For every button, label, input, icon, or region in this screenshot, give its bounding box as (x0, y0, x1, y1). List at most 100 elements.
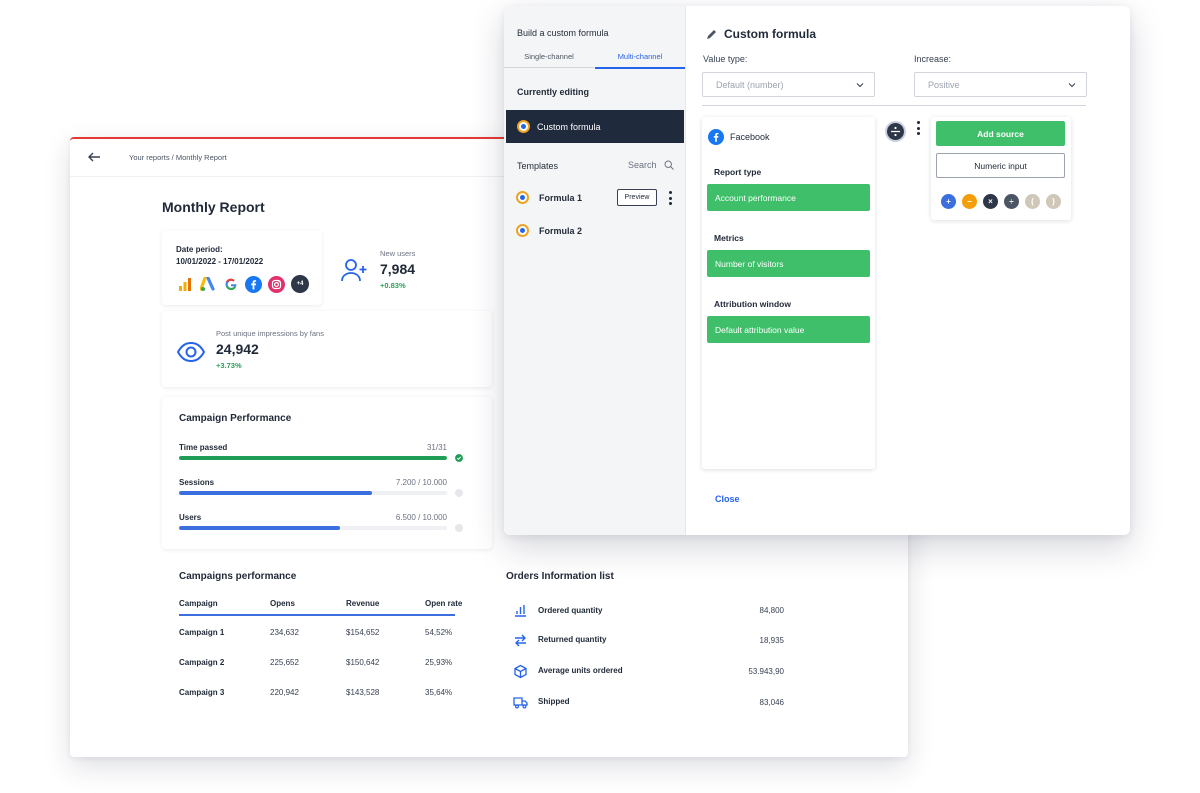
breadcrumb[interactable]: Your reports / Monthly Report (129, 153, 227, 162)
add-source-button[interactable]: Add source (936, 121, 1065, 146)
progress-track-users (179, 526, 447, 530)
radio-icon[interactable] (516, 191, 529, 204)
divide-operator[interactable]: ÷ (1004, 194, 1019, 209)
template-search[interactable]: Search (628, 160, 657, 170)
table-cell: 225,652 (270, 658, 299, 667)
radio-icon (517, 120, 530, 133)
divide-operator-icon[interactable] (885, 121, 906, 142)
editing-item-label: Custom formula (537, 122, 601, 132)
divider (702, 105, 1086, 106)
table-cell: $150,642 (346, 658, 380, 667)
more-options-icon[interactable] (916, 121, 920, 135)
more-options-icon[interactable] (668, 191, 672, 205)
sidebar-title: Build a custom formula (517, 28, 609, 38)
data-source-icons: +4 (176, 275, 309, 293)
bar-chart-icon (515, 605, 526, 617)
template-item-formula-2[interactable]: Formula 2 (539, 226, 582, 236)
order-value-returned-quantity: 18,935 (759, 636, 784, 645)
new-users-label: New users (380, 249, 416, 258)
close-paren-operator[interactable]: ) (1046, 194, 1061, 209)
preview-button[interactable]: Preview (617, 189, 657, 206)
order-label-ordered-quantity: Ordered quantity (538, 606, 603, 615)
minus-operator[interactable]: − (962, 194, 977, 209)
progress-fill-time-passed (179, 456, 447, 460)
new-users-value: 7,984 (380, 261, 416, 277)
report-type-label: Report type (714, 167, 762, 177)
close-button[interactable]: Close (715, 494, 740, 504)
impressions-label: Post unique impressions by fans (216, 329, 324, 338)
attribution-window-selector[interactable]: Default attribution value (707, 316, 870, 343)
multiply-operator[interactable]: × (983, 194, 998, 209)
template-item-formula-1[interactable]: Formula 1 (539, 193, 582, 203)
currently-editing-heading: Currently editing (517, 87, 590, 97)
order-label-shipped: Shipped (538, 697, 570, 706)
add-element-column: Add source Numeric input + − × ÷ ( ) (931, 117, 1071, 220)
bar-label-users: Users (179, 513, 202, 522)
table-cell: 35,64% (425, 688, 453, 697)
formula-sidebar: Build a custom formula Single-channel Mu… (504, 6, 686, 535)
order-value-shipped: 83,046 (759, 698, 784, 707)
back-arrow-icon[interactable] (84, 147, 104, 167)
add-user-icon (341, 259, 367, 282)
report-type-selector[interactable]: Account performance (707, 184, 870, 211)
table-cell: Campaign 1 (179, 628, 225, 637)
pencil-icon (707, 30, 716, 39)
pending-dot-icon (455, 489, 463, 497)
bar-value-users: 6.500 / 10.000 (395, 513, 447, 522)
column-header-open-rate[interactable]: Open rate (425, 599, 462, 608)
table-cell: 54,52% (425, 628, 453, 637)
increase-select[interactable]: Positive (914, 72, 1087, 97)
plus-operator[interactable]: + (941, 194, 956, 209)
date-period-value: 10/01/2022 - 17/01/2022 (176, 257, 264, 266)
chevron-down-icon (856, 83, 864, 88)
check-icon (455, 454, 463, 462)
metrics-selector[interactable]: Number of visitors (707, 250, 870, 277)
campaigns-table-title: Campaigns performance (179, 571, 297, 582)
increase-label: Increase: (914, 54, 952, 64)
tab-multi-channel[interactable]: Multi-channel (595, 52, 685, 69)
table-cell: 234,632 (270, 628, 299, 637)
google-analytics-icon[interactable] (176, 276, 193, 293)
table-header-underline (179, 614, 455, 616)
table-cell: Campaign 3 (179, 688, 225, 697)
column-header-campaign[interactable]: Campaign (179, 599, 218, 608)
operator-palette: + − × ÷ ( ) (941, 194, 1061, 209)
more-sources-badge[interactable]: +4 (291, 275, 309, 293)
progress-fill-sessions (179, 491, 372, 495)
google-ads-icon[interactable] (199, 276, 216, 293)
progress-track-time-passed (179, 456, 447, 460)
new-users-delta: +0.83% (380, 281, 406, 290)
table-cell: $143,528 (346, 688, 380, 697)
column-header-revenue[interactable]: Revenue (346, 599, 379, 608)
tab-single-channel[interactable]: Single-channel (504, 52, 594, 68)
box-icon (514, 664, 527, 679)
column-header-opens[interactable]: Opens (270, 599, 295, 608)
facebook-icon[interactable] (245, 275, 262, 293)
impressions-card: Post unique impressions by fans 24,942 +… (162, 311, 492, 387)
bar-value-time-passed: 31/31 (426, 443, 447, 452)
search-icon[interactable] (664, 160, 674, 170)
progress-track-sessions (179, 491, 447, 495)
order-value-ordered-quantity: 84,800 (759, 606, 784, 615)
swap-arrows-icon (515, 634, 526, 647)
google-icon[interactable] (222, 276, 239, 293)
campaign-performance-title: Campaign Performance (179, 413, 292, 424)
open-paren-operator[interactable]: ( (1025, 194, 1040, 209)
bar-value-sessions: 7.200 / 10.000 (395, 478, 447, 487)
custom-formula-modal: Build a custom formula Single-channel Mu… (504, 6, 1130, 535)
new-users-card: New users 7,984 +0.83% (324, 231, 492, 305)
order-label-average-units: Average units ordered (538, 666, 623, 675)
campaign-performance-card: Campaign Performance Time passed 31/31 S… (162, 397, 492, 549)
eye-icon (176, 341, 206, 363)
orders-list-title: Orders Information list (506, 571, 614, 582)
page-title: Monthly Report (162, 199, 265, 215)
bar-label-time-passed: Time passed (179, 443, 228, 452)
chevron-down-icon (1068, 83, 1076, 88)
instagram-icon[interactable] (268, 275, 285, 293)
table-cell: 220,942 (270, 688, 299, 697)
value-type-select[interactable]: Default (number) (702, 72, 875, 97)
radio-icon[interactable] (516, 224, 529, 237)
source-column: Facebook Report type Account performance… (702, 117, 875, 469)
impressions-value: 24,942 (216, 341, 259, 357)
numeric-input-button[interactable]: Numeric input (936, 153, 1065, 178)
